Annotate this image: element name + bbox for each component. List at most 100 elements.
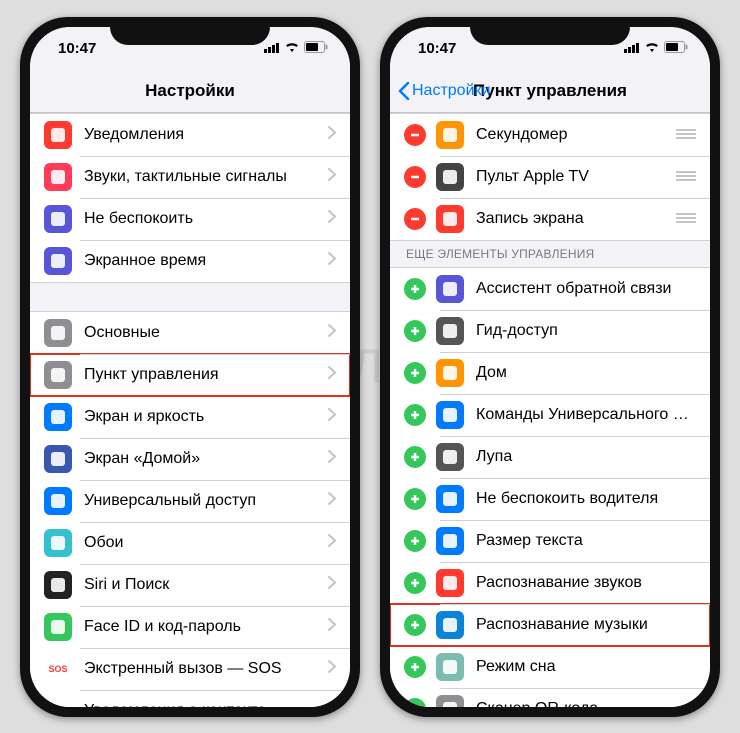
settings-row-do-not-disturb[interactable]: Не беспокоить <box>30 198 350 240</box>
add-button[interactable] <box>404 614 426 636</box>
cell-label: Обои <box>84 534 328 552</box>
qr-scanner-icon <box>436 695 464 707</box>
apple-tv-remote-icon <box>436 163 464 191</box>
remove-button[interactable] <box>404 124 426 146</box>
do-not-disturb-icon <box>44 205 72 233</box>
chevron-right-icon <box>328 210 336 228</box>
wifi-icon <box>644 41 660 56</box>
status-time: 10:47 <box>58 40 96 57</box>
drag-handle-icon[interactable] <box>676 126 696 144</box>
stopwatch-icon <box>436 121 464 149</box>
drag-handle-icon[interactable] <box>676 168 696 186</box>
chevron-right-icon <box>328 576 336 594</box>
page-title: Настройки <box>145 81 235 101</box>
exposure-icon <box>44 697 72 707</box>
cell-label: Звуки, тактильные сигналы <box>84 168 328 186</box>
add-button[interactable] <box>404 698 426 707</box>
cc-row-apple-tv-remote: Пульт Apple TV <box>390 156 710 198</box>
sound-recognition-icon <box>436 569 464 597</box>
nav-bar: Настройки Пункт управления <box>390 71 710 113</box>
cell-label: Экранное время <box>84 252 328 270</box>
settings-row-notifications[interactable]: Уведомления <box>30 114 350 156</box>
guided-access-icon <box>436 317 464 345</box>
settings-row-control-center[interactable]: Пункт управления <box>30 354 350 396</box>
notch <box>110 17 270 45</box>
more-controls-header: ЕЩЕ ЭЛЕМЕНТЫ УПРАВЛЕНИЯ <box>390 241 710 267</box>
cell-label: Распознавание музыки <box>476 616 696 634</box>
cellular-icon <box>624 41 640 56</box>
add-button[interactable] <box>404 656 426 678</box>
page-title: Пункт управления <box>473 81 627 101</box>
add-button[interactable] <box>404 530 426 552</box>
chevron-right-icon <box>328 492 336 510</box>
chevron-right-icon <box>328 660 336 678</box>
cell-label: Запись экрана <box>476 210 676 228</box>
settings-row-accessibility[interactable]: Универсальный доступ <box>30 480 350 522</box>
cell-label: Face ID и код-пароль <box>84 618 328 636</box>
settings-row-wallpaper[interactable]: Обои <box>30 522 350 564</box>
magnifier-icon <box>436 443 464 471</box>
chevron-right-icon <box>328 168 336 186</box>
settings-row-siri[interactable]: Siri и Поиск <box>30 564 350 606</box>
cc-row-music-recognition: Распознавание музыки <box>390 604 710 646</box>
cell-label: Экран «Домой» <box>84 450 328 468</box>
chevron-right-icon <box>328 702 336 707</box>
cell-label: Пульт Apple TV <box>476 168 676 186</box>
back-button[interactable]: Настройки <box>398 82 490 100</box>
dnd-driving-icon <box>436 485 464 513</box>
cell-label: Экран и яркость <box>84 408 328 426</box>
remove-button[interactable] <box>404 166 426 188</box>
chevron-right-icon <box>328 252 336 270</box>
screen-time-icon <box>44 247 72 275</box>
text-size-icon <box>436 527 464 555</box>
cell-label: Ассистент обратной связи <box>476 280 696 298</box>
general-icon <box>44 319 72 347</box>
status-time: 10:47 <box>418 40 456 57</box>
settings-row-sos[interactable]: SOS Экстренный вызов — SOS <box>30 648 350 690</box>
settings-row-general[interactable]: Основные <box>30 312 350 354</box>
settings-row-home-screen[interactable]: Экран «Домой» <box>30 438 350 480</box>
notifications-icon <box>44 121 72 149</box>
cell-label: Уведомления <box>84 126 328 144</box>
cc-row-feedback: Ассистент обратной связи <box>390 268 710 310</box>
settings-list[interactable]: Уведомления Звуки, тактильные сигналы Не… <box>30 113 350 707</box>
accessibility-shortcut-icon <box>436 401 464 429</box>
cell-label: Не беспокоить <box>84 210 328 228</box>
cell-label: Siri и Поиск <box>84 576 328 594</box>
chevron-right-icon <box>328 366 336 384</box>
chevron-right-icon <box>328 534 336 552</box>
remove-button[interactable] <box>404 208 426 230</box>
cell-label: Размер текста <box>476 532 696 550</box>
chevron-right-icon <box>328 126 336 144</box>
chevron-right-icon <box>328 408 336 426</box>
sos-icon: SOS <box>44 655 72 683</box>
add-button[interactable] <box>404 488 426 510</box>
music-recognition-icon <box>436 611 464 639</box>
drag-handle-icon[interactable] <box>676 210 696 228</box>
settings-row-faceid[interactable]: Face ID и код-пароль <box>30 606 350 648</box>
cc-row-sleep: Режим сна <box>390 646 710 688</box>
cc-row-text-size: Размер текста <box>390 520 710 562</box>
settings-row-screen-time[interactable]: Экранное время <box>30 240 350 282</box>
settings-row-display[interactable]: Экран и яркость <box>30 396 350 438</box>
add-button[interactable] <box>404 572 426 594</box>
faceid-icon <box>44 613 72 641</box>
control-center-list[interactable]: Секундомер Пульт Apple TV Запись экрана … <box>390 113 710 707</box>
battery-icon <box>664 41 688 56</box>
phone-left: 10:47 Настройки Уведомления Звуки, такт <box>20 17 360 717</box>
accessibility-icon <box>44 487 72 515</box>
settings-row-sounds[interactable]: Звуки, тактильные сигналы <box>30 156 350 198</box>
cell-label: Секундомер <box>476 126 676 144</box>
add-button[interactable] <box>404 278 426 300</box>
sleep-icon <box>436 653 464 681</box>
add-button[interactable] <box>404 362 426 384</box>
settings-row-exposure[interactable]: Уведомления о контакте <box>30 690 350 707</box>
cell-label: Режим сна <box>476 658 696 676</box>
home-icon <box>436 359 464 387</box>
screen-record-icon <box>436 205 464 233</box>
cc-row-screen-record: Запись экрана <box>390 198 710 240</box>
add-button[interactable] <box>404 320 426 342</box>
chevron-right-icon <box>328 450 336 468</box>
add-button[interactable] <box>404 404 426 426</box>
add-button[interactable] <box>404 446 426 468</box>
